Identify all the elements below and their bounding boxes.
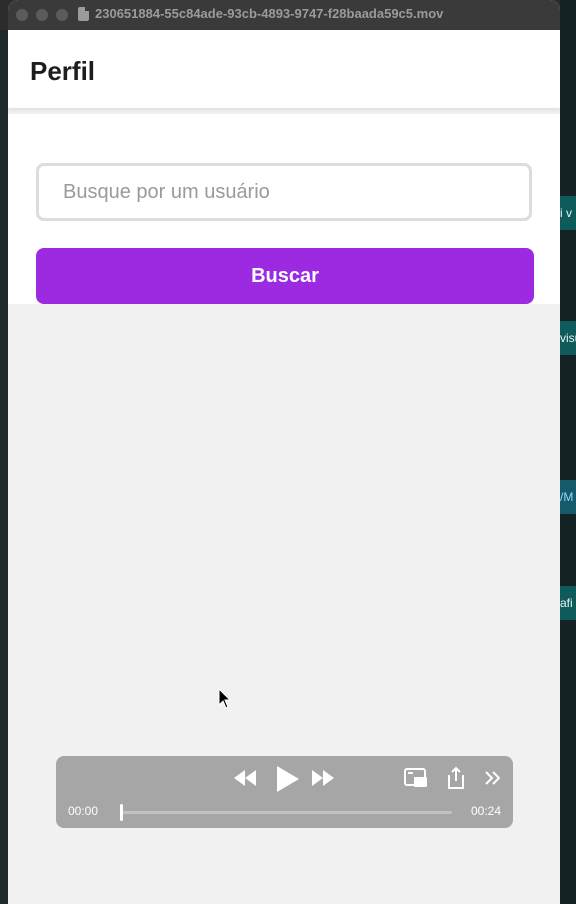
background-chip: afi	[560, 586, 576, 620]
window-title: 230651884-55c84ade-93cb-4893-9747-f28baa…	[95, 6, 444, 21]
search-panel: Buscar	[8, 114, 560, 304]
background-chip: i v	[560, 196, 576, 230]
search-input[interactable]	[36, 163, 532, 221]
duration: 00:24	[470, 804, 501, 818]
background-chip: visu	[560, 321, 576, 355]
background-chip: /M	[560, 480, 576, 514]
more-icon[interactable]	[484, 770, 502, 786]
window-controls	[16, 9, 68, 21]
video-window: 230651884-55c84ade-93cb-4893-9747-f28baa…	[8, 0, 560, 904]
zoom-window-button[interactable]	[56, 9, 68, 21]
play-icon[interactable]	[272, 764, 302, 794]
scrubber-handle[interactable]	[120, 804, 123, 821]
fast-forward-icon[interactable]	[310, 768, 336, 788]
page-title: Perfil	[30, 56, 96, 86]
progress-scrubber[interactable]	[120, 804, 452, 821]
minimize-window-button[interactable]	[36, 9, 48, 21]
current-time: 00:00	[68, 804, 99, 818]
rewind-icon[interactable]	[232, 768, 258, 788]
search-button[interactable]: Buscar	[36, 248, 534, 304]
share-icon[interactable]	[446, 766, 466, 790]
window-titlebar[interactable]: 230651884-55c84ade-93cb-4893-9747-f28baa…	[8, 0, 560, 30]
video-controls: 00:00 00:24	[56, 756, 513, 828]
window-title-group: 230651884-55c84ade-93cb-4893-9747-f28baa…	[78, 6, 443, 21]
document-icon	[78, 6, 89, 21]
mouse-cursor-icon	[218, 687, 232, 715]
close-window-button[interactable]	[16, 9, 28, 21]
app-header: Perfil	[8, 30, 560, 108]
picture-in-picture-icon[interactable]	[404, 768, 428, 788]
background-editor	[560, 0, 576, 904]
